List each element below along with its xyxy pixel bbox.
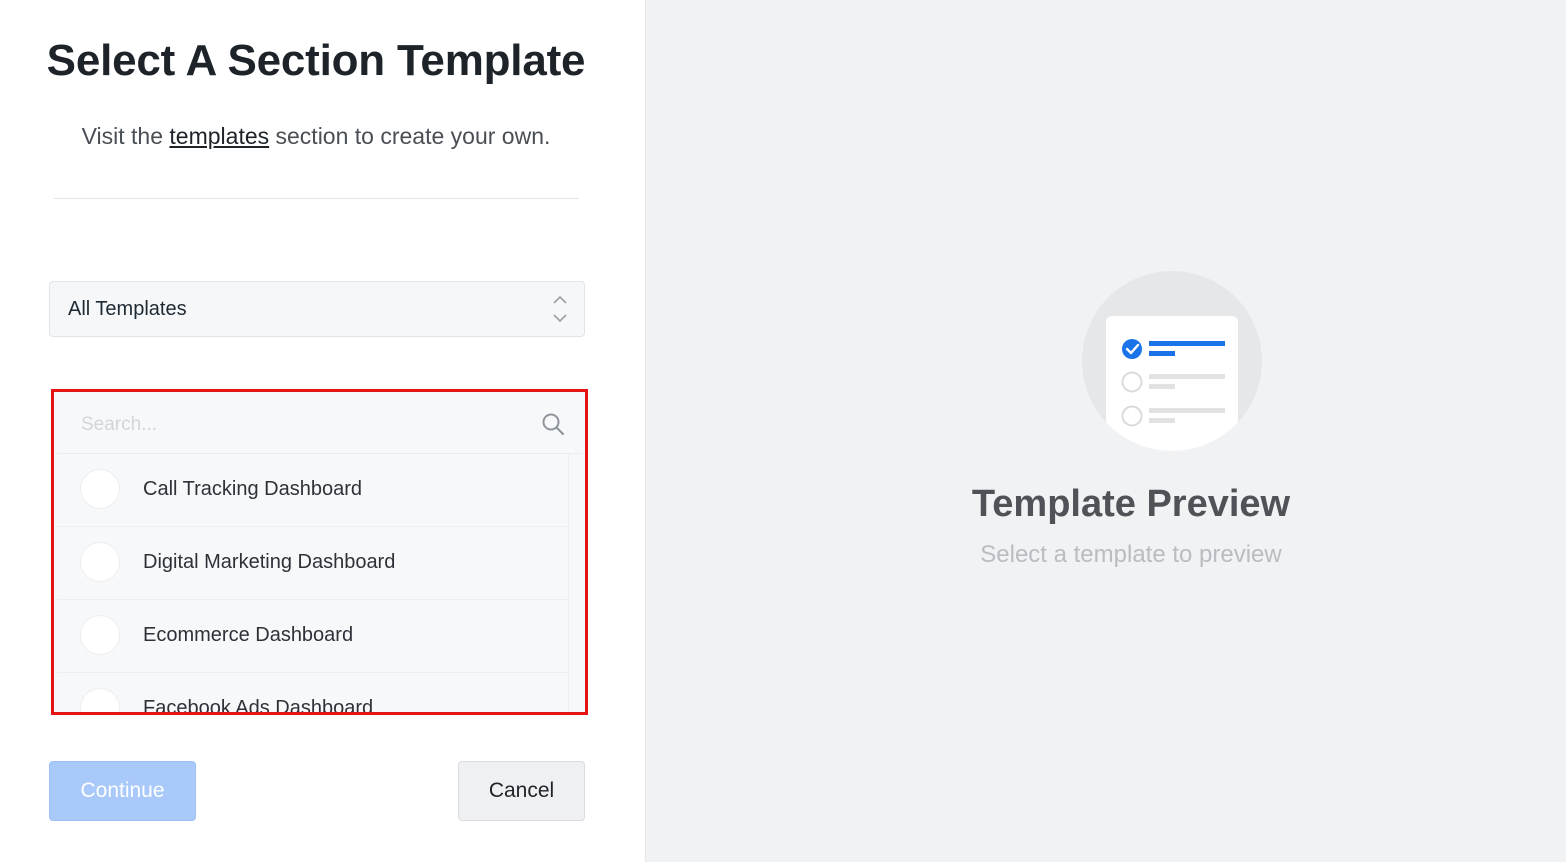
templates-link[interactable]: templates bbox=[169, 123, 269, 149]
radio-button[interactable] bbox=[80, 542, 120, 582]
cancel-button[interactable]: Cancel bbox=[458, 761, 585, 821]
template-picker-panel: Select A Section Template Visit the temp… bbox=[0, 0, 645, 862]
radio-button[interactable] bbox=[80, 688, 120, 712]
search-bar bbox=[57, 395, 582, 454]
subtitle-prefix: Visit the bbox=[81, 123, 170, 149]
template-item-label: Ecommerce Dashboard bbox=[143, 624, 354, 646]
search-input[interactable] bbox=[79, 409, 503, 441]
template-category-value: All Templates bbox=[68, 298, 187, 320]
template-item-label: Call Tracking Dashboard bbox=[143, 478, 362, 500]
continue-button[interactable]: Continue bbox=[49, 761, 196, 821]
template-item-label: Facebook Ads Dashboard bbox=[143, 697, 374, 715]
template-category-select[interactable]: All Templates bbox=[49, 281, 585, 337]
template-item-label: Digital Marketing Dashboard bbox=[143, 551, 396, 573]
page-title: Select A Section Template bbox=[46, 36, 586, 85]
template-preview-panel: Template Preview Select a template to pr… bbox=[645, 0, 1566, 862]
subtitle-suffix: section to create your own. bbox=[269, 123, 551, 149]
chevron-up-down-icon bbox=[552, 294, 568, 324]
radio-button[interactable] bbox=[80, 615, 120, 655]
search-icon[interactable] bbox=[540, 411, 566, 437]
header-divider bbox=[54, 198, 579, 199]
template-list: Call Tracking Dashboard Digital Marketin… bbox=[57, 454, 569, 715]
page-subtitle: Visit the templates section to create yo… bbox=[0, 123, 632, 150]
radio-button[interactable] bbox=[80, 469, 120, 509]
preview-title: Template Preview bbox=[971, 483, 1291, 525]
checklist-illustration-icon bbox=[1082, 271, 1262, 451]
template-list-container: Call Tracking Dashboard Digital Marketin… bbox=[51, 389, 588, 715]
template-item[interactable]: Facebook Ads Dashboard bbox=[57, 673, 568, 715]
template-item[interactable]: Digital Marketing Dashboard bbox=[57, 527, 568, 600]
template-item[interactable]: Ecommerce Dashboard bbox=[57, 600, 568, 673]
template-item[interactable]: Call Tracking Dashboard bbox=[57, 454, 568, 527]
preview-subtitle: Select a template to preview bbox=[980, 541, 1282, 568]
